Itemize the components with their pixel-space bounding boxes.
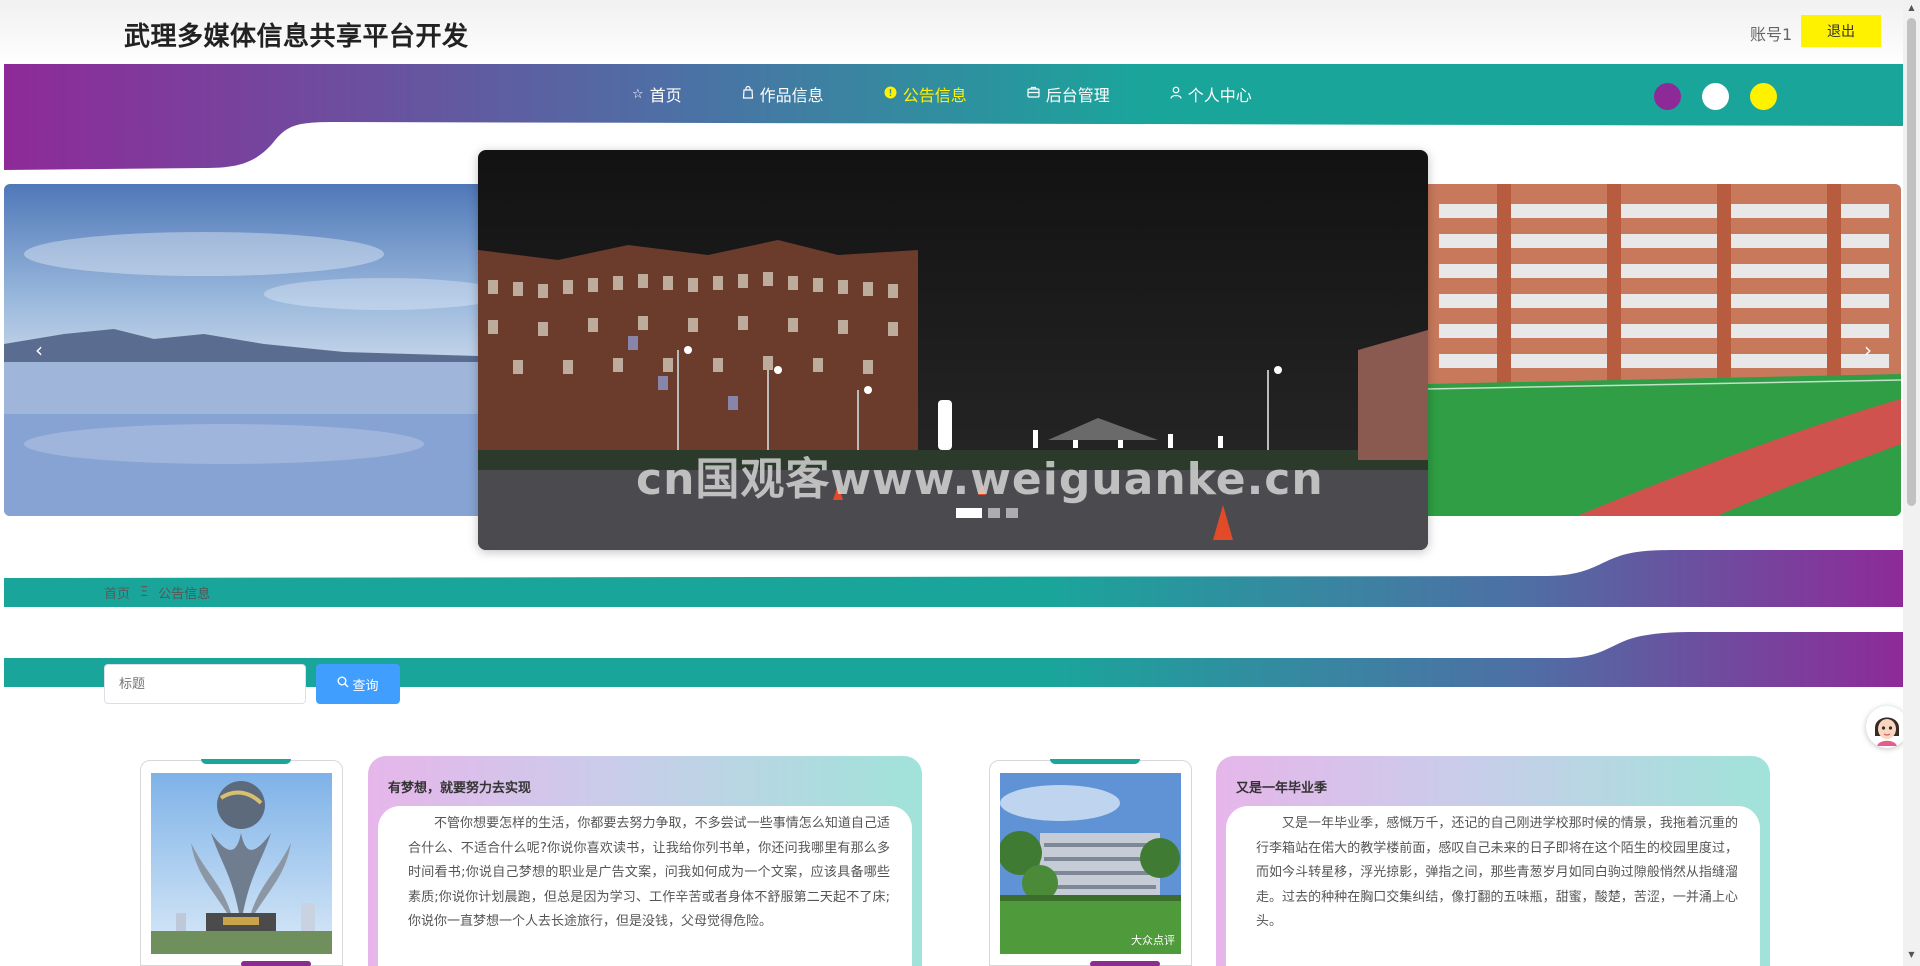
user-icon [1170,86,1182,103]
breadcrumb: 首页 Ξ 公告信息 [104,583,210,602]
news-card-2[interactable]: 又是一年毕业季 又是一年毕业季，感慨万千，还记的自己刚进学校那时候的情景，我拖着… [1216,756,1770,966]
nav-notice-label: 公告信息 [902,86,967,105]
nav-home[interactable]: ☆ 首页 [632,82,682,106]
main-nav: ☆ 首页 作品信息 公告信息 后台管理 个人中心 [632,80,1312,108]
news-content-box-2: 又是一年毕业季，感慨万千，还记的自己刚进学校那时候的情景，我拖着沉重的行李箱站在… [1226,806,1760,966]
carousel-dot-1[interactable] [956,508,982,518]
nav-works[interactable]: 作品信息 [742,82,824,106]
site-title: 武理多媒体信息共享平台开发 [124,22,469,52]
theme-white-dot[interactable] [1702,83,1729,110]
thumb-frame-accent [1050,759,1140,764]
news-card-1[interactable]: 有梦想，就要努力去实现 不管你想要怎样的生活，你都要去努力争取，不多尝试一些事情… [368,756,922,966]
scroll-up-icon[interactable]: ▲ [1907,3,1916,13]
scroll-down-icon[interactable]: ▼ [1907,950,1916,960]
thumb-frame-accent-bottom [1090,961,1160,966]
scroll-thumb[interactable] [1907,18,1916,506]
info-circle-icon [884,86,897,103]
breadcrumb-home[interactable]: 首页 [104,583,130,602]
news-thumb-2[interactable]: 大众点评 [989,759,1192,966]
logout-button[interactable]: 退出 [1801,15,1881,47]
image-source-tag: 大众点评 [1131,934,1175,947]
bag-icon [742,85,754,103]
page-scrollbar[interactable]: ▲ ▼ [1903,0,1920,966]
thumb-frame-accent [201,759,291,764]
search-title-input[interactable] [104,664,306,704]
news-content-2: 又是一年毕业季，感慨万千，还记的自己刚进学校那时候的情景，我拖着沉重的行李箱站在… [1256,816,1738,929]
nav-profile-label: 个人中心 [1187,86,1252,105]
theme-purple-dot[interactable] [1654,83,1681,110]
search-button[interactable]: 查询 [316,664,400,704]
carousel-dot-3[interactable] [1006,508,1018,518]
theme-yellow-dot[interactable] [1750,83,1777,110]
breadcrumb-ribbon [4,550,1903,608]
star-icon: ☆ [632,86,644,102]
carousel-dot-2[interactable] [988,508,1000,518]
news-thumb-1[interactable] [140,759,343,966]
top-header: 武理多媒体信息共享平台开发 账号1 退出 [0,0,1903,64]
carousel-watermark: cn国观客www.weiguanke.cn [636,454,1324,505]
nav-works-label: 作品信息 [759,86,824,105]
nav-admin[interactable]: 后台管理 [1027,82,1110,106]
chevron-left-icon[interactable]: ‹ [24,335,54,365]
nav-profile[interactable]: 个人中心 [1170,82,1252,106]
chevron-right-icon[interactable]: › [1853,335,1883,365]
news-image-1 [151,773,332,954]
news-image-2: 大众点评 [1000,773,1181,954]
nav-notice[interactable]: 公告信息 [884,82,967,106]
carousel-slide-next[interactable] [1427,184,1901,516]
news-title-2: 又是一年毕业季 [1236,781,1328,796]
search-button-label: 查询 [352,678,379,694]
carousel-indicators [956,508,1024,518]
news-title-1: 有梦想，就要努力去实现 [388,781,532,796]
assistant-avatar[interactable] [1866,706,1908,748]
thumb-frame-accent-bottom [241,961,311,966]
breadcrumb-separator-icon: Ξ [140,585,149,600]
account-name[interactable]: 账号1 [1750,21,1792,45]
carousel-slide-prev[interactable] [4,184,478,516]
search-icon [337,676,349,692]
theme-switcher [1654,83,1798,110]
breadcrumb-current: 公告信息 [158,587,211,602]
news-content-box-1: 不管你想要怎样的生活，你都要去努力争取，不多尝试一些事情怎么知道自己适合什么、不… [378,806,912,966]
nav-home-label: 首页 [649,86,682,105]
nav-admin-label: 后台管理 [1045,86,1110,105]
news-content-1: 不管你想要怎样的生活，你都要去努力争取，不多尝试一些事情怎么知道自己适合什么、不… [408,816,890,929]
briefcase-icon [1027,86,1040,102]
